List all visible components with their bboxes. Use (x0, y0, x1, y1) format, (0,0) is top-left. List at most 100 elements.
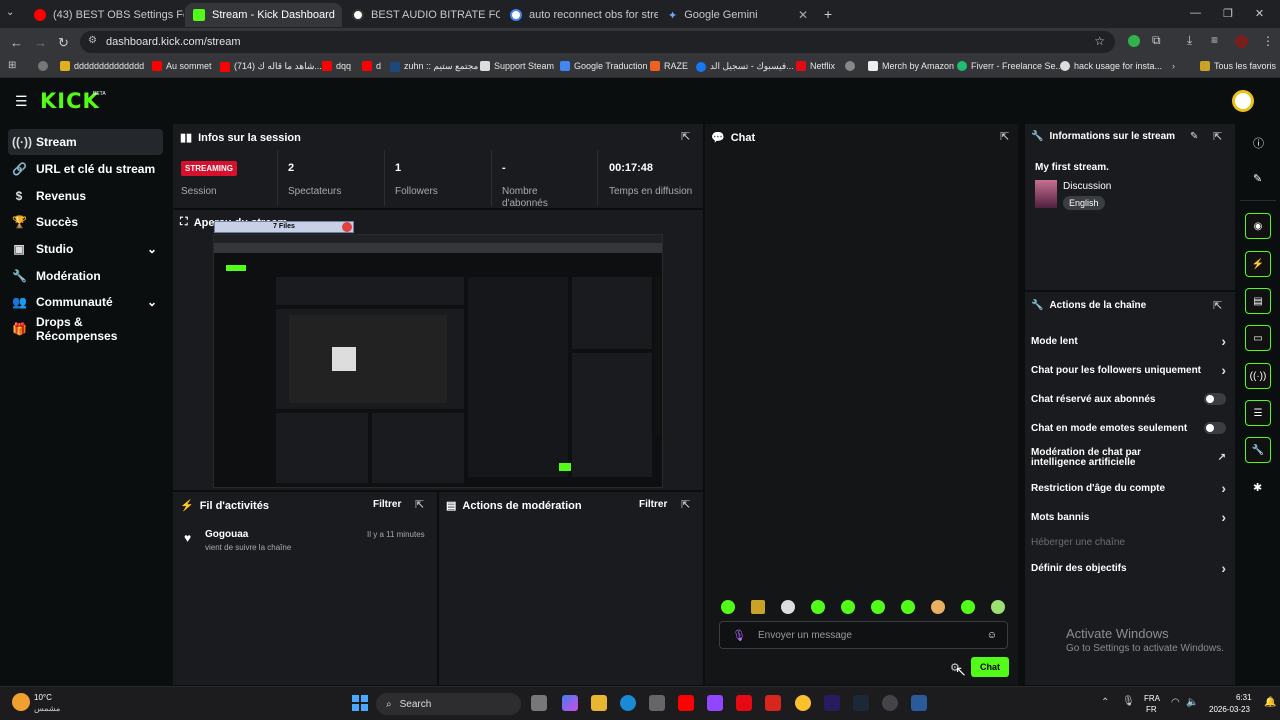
close-tab-icon[interactable]: ✕ (798, 8, 808, 22)
edit-icon[interactable]: ✎ (1190, 131, 1198, 142)
bookmark[interactable]: Fiverr - Freelance Se... (957, 61, 1063, 71)
premiere-icon[interactable] (824, 695, 840, 711)
file-dialog-titlebar[interactable]: 7 Files (214, 221, 354, 233)
tab-search-icon[interactable]: ⌄ (6, 7, 14, 18)
edit-icon[interactable]: ✎ (1253, 172, 1262, 185)
media-icon[interactable]: ≡ (1211, 33, 1218, 47)
twitch-icon[interactable] (707, 695, 723, 711)
emote[interactable] (901, 600, 915, 614)
action-followers-only[interactable]: Chat pour les followers uniquement › (1031, 362, 1226, 378)
task-view-icon[interactable] (531, 695, 547, 711)
wps-icon[interactable] (765, 695, 781, 711)
microphone-icon[interactable]: 🎙 (1122, 696, 1135, 707)
bookmark[interactable]: (714) شاهد ما قاله ك... (220, 61, 322, 72)
bookmark[interactable]: Au sommet (152, 61, 212, 71)
nav-studio[interactable]: ▣ Studio ⌄ (8, 236, 163, 262)
chat-input[interactable]: 🎙 Envoyer un message ☺ (719, 621, 1008, 649)
windows-start-icon[interactable] (352, 695, 368, 711)
tab-auto-reconnect[interactable]: auto reconnect obs for stream ✕ (502, 3, 658, 27)
category-thumbnail[interactable] (1035, 180, 1057, 208)
emote[interactable] (961, 600, 975, 614)
rail-wrench-button[interactable]: 🔧 (1245, 437, 1271, 463)
extensions-icon[interactable]: ⧉ (1152, 33, 1161, 48)
copilot-icon[interactable] (562, 695, 578, 711)
bookmark[interactable]: Support Steam (480, 61, 554, 71)
file-explorer-icon[interactable] (591, 695, 607, 711)
category-name[interactable]: Discussion (1063, 181, 1111, 192)
kick-logo[interactable]: KICK (40, 89, 100, 113)
chrome-icon[interactable] (795, 695, 811, 711)
language-indicator[interactable]: FRA (1144, 694, 1160, 703)
expand-icon[interactable]: ⇱ (681, 498, 690, 511)
reload-icon[interactable]: ↻ (58, 35, 69, 51)
user-avatar[interactable] (1232, 90, 1254, 112)
tab-gemini[interactable]: ✦ Google Gemini ✕ (660, 3, 816, 27)
show-hidden-icons[interactable]: ⌃ (1101, 697, 1109, 708)
action-age-restriction[interactable]: Restriction d'âge du compte › (1031, 480, 1226, 496)
new-tab-button[interactable]: + (824, 6, 832, 22)
emote[interactable] (871, 600, 885, 614)
moderation-filter-button[interactable]: Filtrer (639, 499, 667, 510)
rail-broadcast-button[interactable]: ((·)) (1245, 363, 1271, 389)
forward-icon[interactable]: → (34, 35, 47, 50)
steam-icon[interactable] (853, 695, 869, 711)
nav-moderation[interactable]: 🔧 Modération (8, 263, 163, 289)
rail-notes-button[interactable]: ▤ (1245, 288, 1271, 314)
expand-icon[interactable]: ⇱ (415, 498, 424, 511)
expand-icon[interactable]: ⇱ (1213, 130, 1222, 143)
netflix-icon[interactable] (736, 695, 752, 711)
volume-icon[interactable]: 🔈 (1186, 697, 1198, 708)
emote[interactable] (781, 600, 795, 614)
emote[interactable] (931, 600, 945, 614)
apps-icon[interactable]: ⊞ (8, 60, 16, 71)
nav-stream-url[interactable]: 🔗 URL et clé du stream (8, 156, 163, 182)
rail-chat-button[interactable]: ▭ (1245, 325, 1271, 351)
emote[interactable] (811, 600, 825, 614)
more-bookmarks-icon[interactable]: › (1172, 61, 1175, 71)
weather-temp[interactable]: 10°C (34, 693, 52, 702)
weather-icon[interactable] (12, 693, 30, 711)
hamburger-icon[interactable]: ☰ (15, 93, 28, 110)
site-info-icon[interactable]: ⚙ (88, 35, 97, 46)
action-banned-words[interactable]: Mots bannis › (1031, 509, 1226, 525)
rail-list-button[interactable]: ☰ (1245, 400, 1271, 426)
rail-bolt-button[interactable]: ⚡ (1245, 251, 1271, 277)
back-icon[interactable]: ← (10, 35, 23, 50)
tab-kick-dashboard[interactable]: Stream - Kick Dashboard 🔊 ✕ (185, 3, 342, 27)
profile-avatar[interactable] (1235, 35, 1248, 48)
bookmark[interactable]: zuhn :: مجتمع ستيم (390, 61, 478, 72)
emote[interactable] (991, 600, 1005, 614)
bookmark[interactable]: hack usage for insta... (1060, 61, 1162, 71)
stream-preview[interactable] (213, 234, 663, 488)
info-icon[interactable]: ⓘ (1253, 135, 1264, 151)
tab-audio-bitrate[interactable]: BEST AUDIO BITRATE FOR 505 ✕ (344, 3, 500, 27)
activity-user[interactable]: Gogouaa (205, 529, 248, 540)
activity-filter-button[interactable]: Filtrer (373, 499, 401, 510)
obs-icon[interactable] (882, 695, 898, 711)
taskbar-search[interactable]: ⌕ Search (376, 693, 521, 715)
action-ai-moderation[interactable]: Modération de chat par intelligence arti… (1031, 448, 1226, 468)
bookmark[interactable]: d (362, 61, 381, 71)
bookmark[interactable]: RAZE (650, 61, 688, 71)
action-set-goals[interactable]: Définir des objectifs › (1031, 560, 1226, 576)
tab-youtube[interactable]: (43) BEST OBS Settings For STR ✕ (26, 3, 184, 27)
nav-communaute[interactable]: 👥 Communauté ⌄ (8, 289, 163, 315)
bookmark-star-icon[interactable]: ☆ (1094, 34, 1105, 48)
expand-icon[interactable]: ⇱ (681, 130, 690, 143)
emoji-icon[interactable]: ☺ (987, 630, 997, 641)
toggle-switch[interactable] (1204, 422, 1226, 434)
clock-time[interactable]: 6:31 (1236, 693, 1252, 702)
store-icon[interactable] (649, 695, 665, 711)
bookmark[interactable]: dqq (322, 61, 351, 71)
nav-stream[interactable]: ((·)) Stream (8, 129, 163, 155)
expand-icon[interactable]: ⇱ (1000, 130, 1009, 143)
rail-camera-button[interactable]: ◉ (1245, 213, 1271, 239)
maximize-icon[interactable]: ❐ (1223, 7, 1233, 20)
bookmark[interactable]: فيسبوك - تسجيل الد... (696, 61, 794, 72)
bookmark[interactable]: Google Traduction (560, 61, 648, 71)
toggle-switch[interactable] (1204, 393, 1226, 405)
menu-icon[interactable]: ⋮ (1262, 34, 1274, 48)
bookmark[interactable] (38, 61, 48, 71)
emote[interactable] (751, 600, 765, 614)
bookmark[interactable] (845, 61, 855, 71)
